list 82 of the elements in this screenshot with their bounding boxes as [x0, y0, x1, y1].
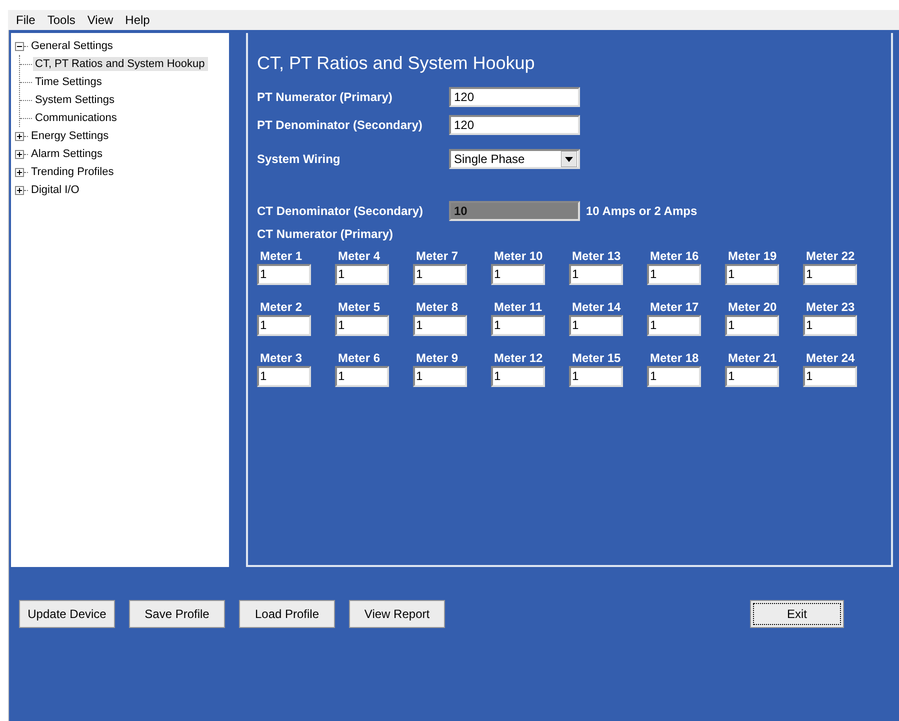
- meter-label: Meter 14: [571, 300, 622, 315]
- section-label: CT Numerator (Primary): [257, 227, 394, 241]
- tree-item[interactable]: Trending Profiles: [29, 165, 117, 179]
- input-field[interactable]: 1: [725, 315, 779, 336]
- input-field[interactable]: 1: [257, 366, 311, 387]
- meter-label: Meter 24: [805, 351, 856, 366]
- action-button[interactable]: Save Profile: [129, 600, 225, 628]
- action-button[interactable]: Update Device: [19, 600, 115, 628]
- action-button[interactable]: View Report: [349, 600, 445, 628]
- menu-item[interactable]: File: [16, 13, 36, 27]
- input-field[interactable]: 1: [569, 264, 623, 285]
- meter-label: Meter 5: [337, 300, 382, 315]
- expander-icon[interactable]: [15, 150, 24, 158]
- input-field[interactable]: 1: [491, 366, 545, 387]
- menu-item[interactable]: View: [87, 13, 114, 27]
- hint-text: 10 Amps or 2 Amps: [586, 204, 698, 218]
- meter-label: Meter 18: [649, 351, 700, 366]
- input-field[interactable]: 1: [647, 366, 701, 387]
- tree-item[interactable]: Time Settings: [33, 75, 105, 89]
- tree-item[interactable]: Communications: [33, 111, 120, 125]
- meter-label: Meter 19: [727, 249, 778, 264]
- meter-label: Meter 20: [727, 300, 778, 315]
- input-field[interactable]: 1: [569, 315, 623, 336]
- meter-label: Meter 15: [571, 351, 622, 366]
- meter-label: Meter 7: [415, 249, 460, 264]
- input-field[interactable]: 1: [803, 264, 857, 285]
- meter-label: Meter 11: [493, 300, 544, 315]
- input-field[interactable]: 1: [803, 315, 857, 336]
- meter-label: Meter 22: [805, 249, 856, 264]
- action-button[interactable]: Load Profile: [239, 600, 335, 628]
- meter-label: Meter 10: [493, 249, 544, 264]
- meter-label: Meter 21: [727, 351, 778, 366]
- dropdown[interactable]: Single Phase: [449, 149, 580, 169]
- input-field[interactable]: 1: [491, 264, 545, 285]
- menu-item[interactable]: Help: [125, 13, 150, 27]
- meter-label: Meter 23: [805, 300, 856, 315]
- meter-label: Meter 17: [649, 300, 700, 315]
- tree-item[interactable]: General Settings: [29, 39, 116, 53]
- input-field[interactable]: 1: [647, 264, 701, 285]
- input-field[interactable]: 1: [725, 366, 779, 387]
- field-label: PT Numerator (Primary): [257, 90, 394, 104]
- input-field[interactable]: 1: [335, 315, 389, 336]
- field-label: System Wiring: [257, 152, 342, 166]
- meter-label: Meter 1: [259, 249, 304, 264]
- input-field[interactable]: 1: [257, 315, 311, 336]
- expander-icon[interactable]: [15, 42, 24, 50]
- input-field[interactable]: 1: [491, 315, 545, 336]
- meter-label: Meter 13: [571, 249, 622, 264]
- field-label: CT Denominator (Secondary): [257, 204, 424, 218]
- meter-label: Meter 6: [337, 351, 382, 366]
- tree-item[interactable]: Digital I/O: [29, 183, 82, 197]
- meter-label: Meter 4: [337, 249, 382, 264]
- field-label: PT Denominator (Secondary): [257, 118, 424, 132]
- input-field[interactable]: 1: [335, 264, 389, 285]
- tree-item[interactable]: Alarm Settings: [29, 147, 106, 161]
- input-field[interactable]: 1: [257, 264, 311, 285]
- input-field[interactable]: 120: [449, 115, 580, 135]
- menu-item[interactable]: Tools: [47, 13, 76, 27]
- meter-label: Meter 16: [649, 249, 700, 264]
- meter-label: Meter 3: [259, 351, 304, 366]
- input-field[interactable]: 1: [413, 264, 467, 285]
- expander-icon[interactable]: [15, 168, 24, 176]
- input-field[interactable]: 1: [725, 264, 779, 285]
- meter-label: Meter 2: [259, 300, 304, 315]
- input-field[interactable]: 1: [647, 315, 701, 336]
- meter-label: Meter 8: [415, 300, 460, 315]
- meter-label: Meter 12: [493, 351, 544, 366]
- exit-button[interactable]: Exit: [750, 600, 844, 628]
- expander-icon[interactable]: [15, 186, 24, 194]
- expander-icon[interactable]: [15, 132, 24, 140]
- dropdown-arrow-icon[interactable]: [561, 151, 577, 167]
- tree-item[interactable]: CT, PT Ratios and System Hookup: [33, 57, 208, 71]
- panel-title: CT, PT Ratios and System Hookup: [257, 53, 536, 74]
- tree-item[interactable]: System Settings: [33, 93, 118, 107]
- input-field[interactable]: 1: [335, 366, 389, 387]
- input-field[interactable]: 120: [449, 87, 580, 107]
- input-field[interactable]: 1: [803, 366, 857, 387]
- input-field[interactable]: 1: [413, 315, 467, 336]
- input-field[interactable]: 1: [413, 366, 467, 387]
- meter-label: Meter 9: [415, 351, 460, 366]
- input-field[interactable]: 1: [569, 366, 623, 387]
- tree-item[interactable]: Energy Settings: [29, 129, 112, 143]
